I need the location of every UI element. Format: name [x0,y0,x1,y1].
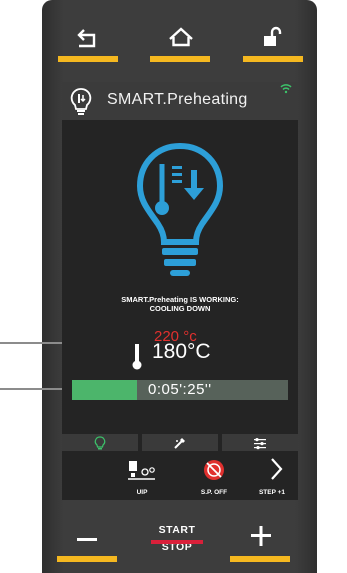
minus-button[interactable] [57,514,117,562]
timer-text: 0:05':25'' [148,381,212,398]
timer-progress-bar: 0:05':25'' [72,380,288,400]
tab-probe[interactable] [142,434,218,451]
minus-button-bar [57,556,117,562]
probe-icon [174,438,185,449]
uip-icon [128,461,155,480]
sp-off-label: S.P. OFF [200,489,228,496]
title-bar: SMART.Preheating [62,82,298,120]
home-icon [169,27,193,47]
display-screen: SMART.Preheating SMART.Preheating IS WOR… [62,82,298,500]
bulb-small-icon [94,436,106,450]
smart-preheating-icon [70,88,92,115]
plus-icon [251,526,271,546]
back-arrow-icon [77,29,96,48]
chevron-right-icon [271,458,283,480]
back-button-bar [58,56,118,62]
status-line-2: COOLING DOWN [149,304,211,313]
page-title: SMART.Preheating [107,91,248,108]
cooling-bulb-icon [136,142,224,276]
uip-button[interactable]: UIP [114,457,170,500]
uip-label: UIP [136,489,148,496]
wifi-signal-icon [280,84,292,94]
action-row: UIP S.P. OFF STEP +1 [62,457,298,500]
unlock-button[interactable] [243,20,303,62]
timer-progress-fill [72,380,137,400]
tab-settings[interactable] [222,434,298,451]
step-next-button[interactable]: STEP +1 [246,457,298,500]
start-stop-divider [151,540,203,544]
status-message: SMART.Preheating IS WORKING: COOLING DOW… [62,295,298,313]
status-line-1: SMART.Preheating IS WORKING: [121,295,239,304]
home-button-bar [150,56,210,62]
home-button[interactable] [150,20,210,62]
sp-off-button[interactable]: S.P. OFF [186,457,242,500]
plus-button[interactable] [230,514,290,562]
start-stop-button[interactable]: START STOP [147,524,207,564]
function-tabs [62,434,298,451]
start-label: START [158,524,196,536]
step-label: STEP +1 [258,489,286,496]
plus-button-bar [230,556,290,562]
thermometer-icon [132,344,142,370]
current-temperature: 180°C [152,340,211,363]
unlock-icon [264,26,282,46]
minus-icon [77,538,97,541]
sp-off-icon [204,460,224,480]
unlock-button-bar [243,56,303,62]
sliders-icon [254,438,266,450]
tab-smart-preheating[interactable] [62,434,138,451]
back-button[interactable] [58,20,118,62]
